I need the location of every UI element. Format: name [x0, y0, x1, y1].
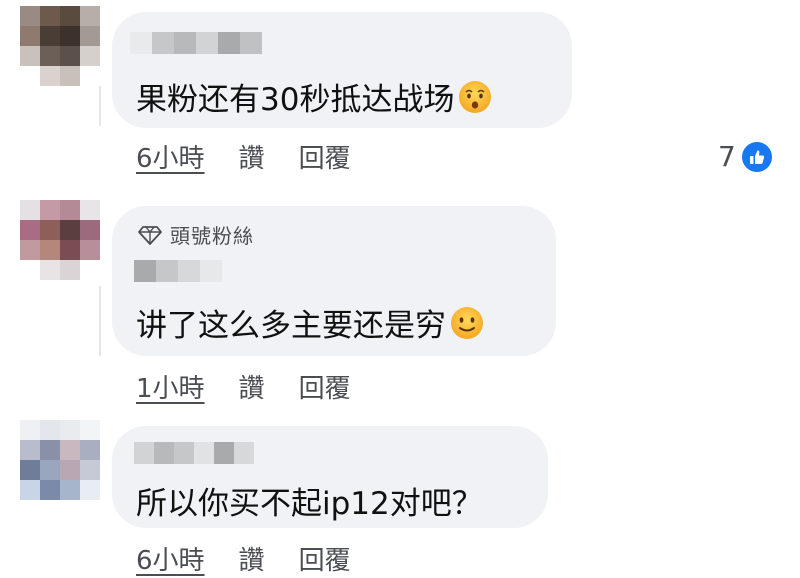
reply-button[interactable]: 回覆	[299, 540, 351, 577]
comment-bubble: 果粉还有30秒抵达战场	[112, 12, 572, 128]
like-button[interactable]: 讚	[239, 540, 265, 577]
reply-button[interactable]: 回覆	[299, 138, 351, 175]
timestamp-link[interactable]: 6小時	[136, 540, 205, 577]
comment-text: 讲了这么多主要还是穷	[136, 300, 484, 345]
hushed-face-icon	[458, 80, 492, 114]
thread-line	[99, 86, 101, 126]
comment-bubble: 所以你买不起ip12对吧？	[112, 426, 548, 528]
reply-button[interactable]: 回覆	[299, 368, 351, 405]
comment-text: 所以你买不起ip12对吧？	[136, 478, 483, 523]
commenter-name-blurred[interactable]	[130, 32, 262, 54]
timestamp-link[interactable]: 1小時	[136, 368, 205, 405]
reaction-count-number: 7	[718, 140, 736, 173]
slightly-smiling-face-icon	[450, 306, 484, 340]
timestamp-link[interactable]: 6小時	[136, 138, 205, 175]
comment-text: 果粉还有30秒抵达战场	[136, 74, 492, 119]
like-button[interactable]: 讚	[239, 368, 265, 405]
like-button[interactable]: 讚	[239, 138, 265, 175]
comment-actions: 6小時 讚 回覆	[136, 138, 385, 175]
comment-bubble: 頭號粉絲 讲了这么多主要还是穷	[112, 206, 556, 356]
avatar[interactable]	[20, 6, 100, 86]
commenter-name-blurred[interactable]	[134, 260, 222, 282]
comment-actions: 1小時 讚 回覆	[136, 368, 385, 405]
avatar[interactable]	[20, 200, 100, 280]
comment-text-content: 所以你买不起ip12对吧？	[136, 486, 483, 522]
comment-text-content: 讲了这么多主要还是穷	[136, 308, 446, 344]
comment-text-content: 果粉还有30秒抵达战场	[136, 82, 455, 118]
badge-label: 頭號粉絲	[170, 224, 254, 248]
thread-line	[99, 286, 101, 356]
thumbs-up-icon	[741, 141, 772, 172]
reaction-count[interactable]: 7	[718, 140, 772, 173]
avatar[interactable]	[20, 420, 100, 500]
comment-actions: 6小時 讚 回覆	[136, 540, 385, 577]
commenter-name-blurred[interactable]	[134, 442, 254, 464]
diamond-icon	[138, 225, 162, 245]
top-fan-badge: 頭號粉絲	[138, 220, 254, 249]
